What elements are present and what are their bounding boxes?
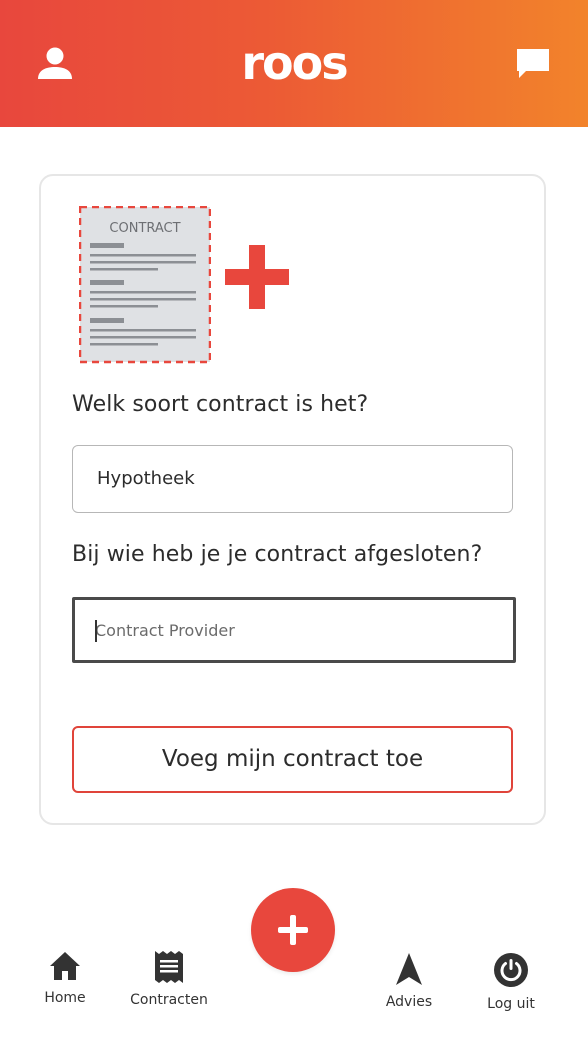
contract-document-icon: CONTRACT: [79, 206, 211, 364]
home-icon: [50, 952, 80, 980]
app-header: roos: [0, 0, 588, 127]
contract-label: CONTRACT: [109, 221, 180, 236]
contract-type-question: Welk soort contract is het?: [72, 392, 369, 417]
plus-icon: [278, 915, 308, 945]
add-fab-button[interactable]: [251, 888, 335, 972]
receipt-icon: [155, 951, 183, 983]
chat-icon: [517, 49, 549, 78]
app-logo: roos: [241, 36, 348, 90]
nav-contracten-label: Contracten: [130, 992, 208, 1008]
nav-home[interactable]: Home: [34, 950, 96, 1006]
navigation-arrow-icon: [396, 953, 422, 985]
text-cursor: [95, 620, 97, 642]
nav-contracten[interactable]: Contracten: [123, 950, 215, 1008]
chat-button[interactable]: [514, 46, 552, 82]
add-plus-icon: [225, 245, 289, 309]
nav-advies[interactable]: Advies: [378, 952, 440, 1010]
nav-home-label: Home: [44, 990, 86, 1006]
power-icon: [494, 953, 528, 987]
provider-question: Bij wie heb je je contract afgesloten?: [72, 542, 483, 567]
provider-input[interactable]: [72, 597, 516, 663]
nav-loguit[interactable]: Log uit: [478, 952, 544, 1012]
nav-advies-label: Advies: [385, 994, 433, 1010]
add-contract-button[interactable]: Voeg mijn contract toe: [72, 726, 513, 793]
contract-type-select[interactable]: Hypotheek: [72, 445, 513, 513]
nav-loguit-label: Log uit: [487, 996, 535, 1012]
